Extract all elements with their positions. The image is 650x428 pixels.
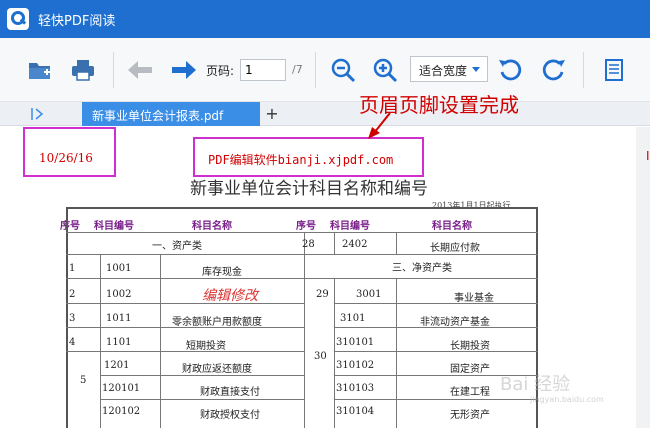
table-cell: 零余额账户用款额度 [172,317,262,328]
table-rule [334,232,335,254]
table-cell: 3001 [356,289,382,300]
watermark-url: jingyan.baidu.com [530,395,604,404]
table-cell: 28 [302,239,315,250]
table-cell: 1011 [106,313,132,324]
table-cell: 120102 [102,406,141,417]
chevron-down-icon [472,67,480,72]
zoom-mode-value: 适合宽度 [419,64,468,78]
table-cell: 固定资产 [450,364,490,375]
table-rule [100,254,101,428]
table-cell: 310101 [336,337,375,348]
table-cell-edited: 编辑修改 [202,288,258,304]
table-rule [66,232,538,233]
table-rule [304,232,305,428]
table-cell: 一、资产类 [152,241,202,252]
table-cell: 2402 [342,239,368,250]
document-title: 新事业单位会计科目名称和编号 [190,179,428,199]
table-rule [334,351,538,352]
table-cell: 长期投资 [450,341,490,352]
table-cell: 1201 [104,360,130,371]
single-page-icon[interactable] [600,56,628,84]
table-rule [66,254,538,255]
table-rule [100,375,304,376]
header-text: PDF编辑软件bianji.xjpdf.com [208,153,394,167]
next-page-edge-mark: I [646,149,650,163]
table-cell: 非流动资产基金 [420,317,490,328]
table-rule [396,232,397,254]
table-cell: 1 [69,263,76,274]
table-cell: 在建工程 [450,387,490,398]
table-cell: 短期投资 [186,341,226,352]
rotate-right-icon[interactable] [540,56,568,84]
watermark: Bai 经验 [500,374,571,395]
tab-bar: 新事业单位会计报表.pdf + [0,102,650,126]
table-cell: 无形资产 [450,410,490,421]
toolbar-separator [315,52,316,88]
table-cell: 事业基金 [454,293,494,304]
table-rule [66,278,538,279]
table-cell: 财政直接支付 [200,387,260,398]
table-rule [334,303,538,304]
table-cell: 4 [69,337,76,348]
print-icon[interactable] [69,56,97,84]
title-bar: 轻快PDF阅读 [0,0,650,38]
table-rule [160,254,161,428]
callout-arrow-icon [368,112,391,139]
table-cell: 29 [316,289,329,300]
zoom-out-icon[interactable] [329,56,357,84]
prev-page-icon[interactable] [126,56,154,84]
table-cell: 120101 [102,383,141,394]
table-cell: 5 [80,375,87,386]
app-logo-icon [7,8,29,30]
next-page-icon[interactable] [170,56,198,84]
next-page-edge [636,127,650,428]
toolbar-separator [583,52,584,88]
table-cell: 长期应付款 [430,243,480,254]
table-cell: 1001 [106,263,132,274]
table-cell: 310102 [336,360,375,371]
zoom-in-icon[interactable] [371,56,399,84]
table-cell: 三、净资产类 [392,263,452,274]
sidebar-toggle-icon[interactable] [30,106,46,122]
table-cell: 库存现金 [202,267,242,278]
table-cell: 2 [69,289,76,300]
rotate-left-icon[interactable] [496,56,524,84]
zoom-mode-select[interactable]: 适合宽度 [410,56,488,82]
page-number-input[interactable] [240,59,286,81]
add-tab-icon[interactable]: + [264,104,280,123]
header-date: 10/26/16 [39,151,93,165]
toolbar-separator [113,52,114,88]
table-rule [66,303,304,304]
table-cell: 财政应返还额度 [182,364,252,375]
table-cell: 3 [69,313,76,324]
tab-document[interactable]: 新事业单位会计报表.pdf [82,102,260,126]
table-rule [334,399,538,400]
pdf-page: 10/26/16 PDF编辑软件bianji.xjpdf.com 新事业单位会计… [0,127,636,428]
table-cell: 310104 [336,406,375,417]
open-folder-icon[interactable] [26,56,54,84]
page-total: /7 [292,63,303,76]
app-title: 轻快PDF阅读 [38,14,116,29]
table-cell: 1101 [106,337,132,348]
toolbar: 页码: /7 适合宽度 [0,38,650,102]
table-cell: 1002 [106,289,132,300]
table-cell: 30 [314,351,327,362]
table-cell: 3101 [340,313,366,324]
table-cell: 310103 [336,383,375,394]
table-rule [334,278,335,428]
tab-label: 新事业单位会计报表.pdf [92,109,224,123]
table-rule [100,399,304,400]
table-rule [396,278,397,428]
document-viewer[interactable]: 10/26/16 PDF编辑软件bianji.xjpdf.com 新事业单位会计… [0,127,650,428]
table-cell: 财政授权支付 [200,410,260,421]
table-rule [66,351,304,352]
page-label: 页码: [206,64,235,78]
